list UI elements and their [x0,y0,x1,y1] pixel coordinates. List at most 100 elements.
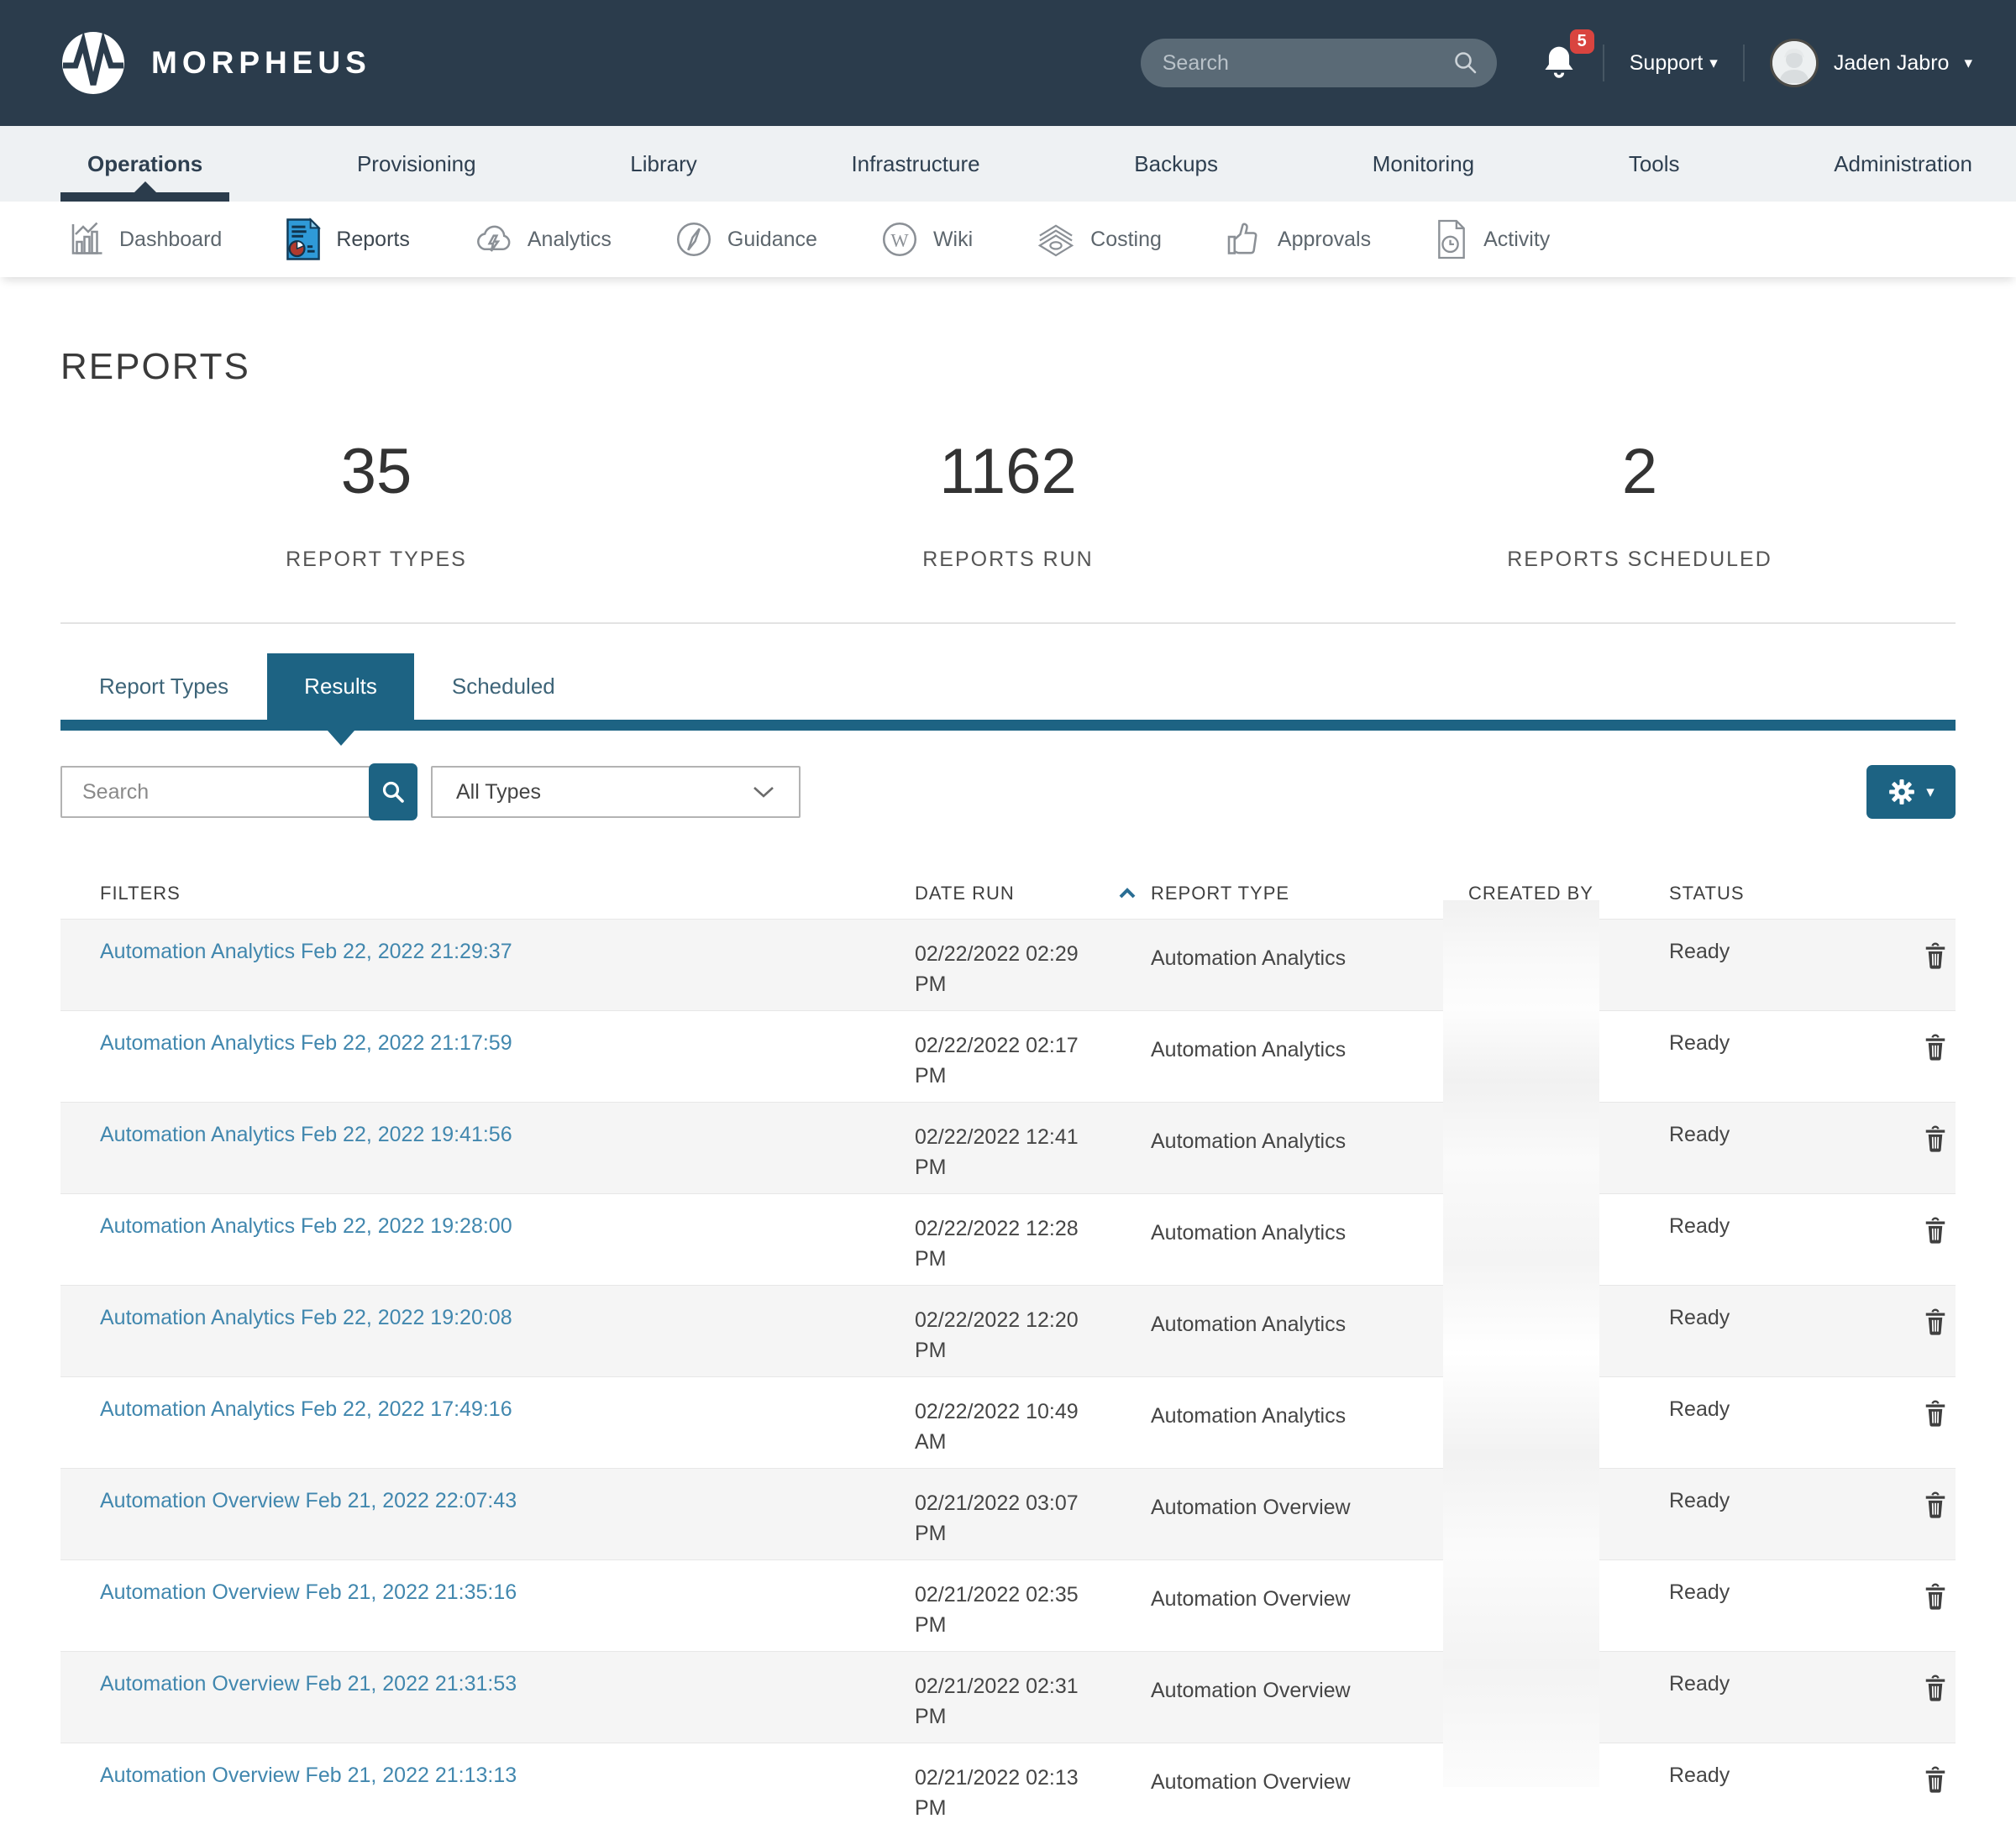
delete-report-button[interactable] [1923,1583,1948,1651]
notifications-button[interactable]: 5 [1541,43,1578,83]
report-type-cell: Automation Overview [1148,1469,1443,1559]
table-row: Automation Analytics Feb 22, 2022 19:41:… [60,1102,1956,1193]
sort-caret-icon[interactable] [1118,888,1137,899]
approvals-icon [1224,219,1264,259]
tab-results[interactable]: Results [267,653,414,720]
support-menu[interactable]: Support ▾ [1630,51,1718,76]
delete-report-button[interactable] [1923,1125,1948,1193]
nav-provisioning[interactable]: Provisioning [354,126,480,202]
subnav-item-analytics[interactable]: Analytics [472,219,612,259]
subnav-item-dashboard[interactable]: Dashboard [66,219,222,259]
created-by-cell [1443,1103,1667,1193]
caret-down-icon: ▾ [1709,54,1718,73]
created-by-cell [1443,1469,1667,1559]
report-type-cell: Automation Overview [1148,1743,1443,1824]
global-search-input[interactable] [1163,51,1453,76]
type-filter-select[interactable]: All Types [431,766,801,818]
column-header-status[interactable]: STATUS [1667,883,1890,904]
actions-cell [1890,1469,1956,1559]
caret-down-icon: ▾ [1964,54,1972,73]
guidance-icon [674,219,714,259]
report-type-cell: Automation Analytics [1148,1011,1443,1102]
tab-scheduled[interactable]: Scheduled [452,653,555,720]
table-row: Automation Analytics Feb 22, 2022 21:17:… [60,1010,1956,1102]
actions-cell [1890,1103,1956,1193]
results-search-input[interactable] [60,766,371,818]
actions-cell [1890,1011,1956,1102]
wiki-icon: W [879,219,920,259]
created-by-cell [1443,1560,1667,1651]
activity-icon [1433,218,1470,260]
nav-library[interactable]: Library [627,126,700,202]
created-by-cell [1443,1194,1667,1285]
filter-cell: Automation Analytics Feb 22, 2022 21:29:… [60,920,913,1010]
search-submit-button[interactable] [369,763,417,820]
date-run-cell: 02/22/2022 10:49 AM [913,1377,1148,1468]
report-result-link[interactable]: Automation Analytics Feb 22, 2022 19:28:… [100,1214,512,1238]
nav-tools[interactable]: Tools [1625,126,1683,202]
stat-label: REPORT TYPES [60,548,692,572]
nav-administration[interactable]: Administration [1830,126,1976,202]
delete-report-button[interactable] [1923,1491,1948,1559]
date-run-cell: 02/21/2022 02:31 PM [913,1652,1148,1743]
report-type-cell: Automation Analytics [1148,1286,1443,1376]
stat-label: REPORTS RUN [692,548,1324,572]
status-cell: Ready [1667,1011,1890,1102]
status-cell: Ready [1667,1743,1890,1824]
delete-report-button[interactable] [1923,1400,1948,1468]
filter-cell: Automation Overview Feb 21, 2022 22:07:4… [60,1469,913,1559]
report-result-link[interactable]: Automation Analytics Feb 22, 2022 21:17:… [100,1031,512,1055]
subnav-item-wiki[interactable]: W Wiki [879,219,973,259]
report-type-cell: Automation Overview [1148,1652,1443,1743]
nav-infrastructure[interactable]: Infrastructure [848,126,983,202]
report-result-link[interactable]: Automation Overview Feb 21, 2022 21:35:1… [100,1580,517,1604]
created-by-cell [1443,1377,1667,1468]
actions-cell [1890,1286,1956,1376]
nav-monitoring[interactable]: Monitoring [1369,126,1478,202]
report-result-link[interactable]: Automation Analytics Feb 22, 2022 21:29:… [100,940,512,963]
column-header-created-by[interactable]: CREATED BY [1443,883,1667,904]
subnav-item-guidance[interactable]: Guidance [674,219,817,259]
delete-report-button[interactable] [1923,942,1948,1010]
delete-report-button[interactable] [1923,1766,1948,1824]
delete-report-button[interactable] [1923,1034,1948,1102]
table-settings-button[interactable]: ▾ [1866,765,1956,819]
column-header-date-run[interactable]: DATE RUN [913,883,1148,904]
subnav-item-costing[interactable]: Costing [1035,219,1162,259]
nav-operations[interactable]: Operations [84,126,206,202]
search-icon [381,779,406,805]
status-cell: Ready [1667,1377,1890,1468]
caret-down-icon: ▾ [1926,783,1935,802]
report-result-link[interactable]: Automation Overview Feb 21, 2022 22:07:4… [100,1489,517,1512]
global-search[interactable] [1141,39,1497,87]
column-header-filters[interactable]: FILTERS [60,883,913,904]
subnav-item-reports[interactable]: Reports [284,218,410,261]
delete-report-button[interactable] [1923,1308,1948,1376]
status-cell: Ready [1667,1194,1890,1285]
date-run-cell: 02/21/2022 02:13 PM [913,1743,1148,1824]
tab-report-types[interactable]: Report Types [99,653,228,720]
dashboard-icon [66,219,106,259]
table-row: Automation Analytics Feb 22, 2022 19:20:… [60,1285,1956,1376]
report-result-link[interactable]: Automation Analytics Feb 22, 2022 19:41:… [100,1123,512,1146]
chevron-down-icon [752,785,775,799]
table-header: FILTERS DATE RUN REPORT TYPE CREATED BY … [60,868,1956,919]
report-result-link[interactable]: Automation Analytics Feb 22, 2022 17:49:… [100,1397,512,1421]
nav-backups[interactable]: Backups [1131,126,1221,202]
costing-icon [1035,219,1077,259]
filter-cell: Automation Overview Feb 21, 2022 21:31:5… [60,1652,913,1743]
created-by-cell [1443,1743,1667,1824]
subnav-item-activity[interactable]: Activity [1433,218,1550,260]
report-result-link[interactable]: Automation Analytics Feb 22, 2022 19:20:… [100,1306,512,1329]
delete-report-button[interactable] [1923,1675,1948,1743]
report-result-link[interactable]: Automation Overview Feb 21, 2022 21:31:5… [100,1672,517,1696]
report-result-link[interactable]: Automation Overview Feb 21, 2022 21:13:1… [100,1764,517,1787]
user-menu[interactable]: Jaden Jabro ▾ [1770,39,1972,87]
date-run-cell: 02/22/2022 12:41 PM [913,1103,1148,1193]
column-header-report-type[interactable]: REPORT TYPE [1148,883,1443,904]
top-header: MORPHEUS 5 Support ▾ [0,0,2016,126]
stat-value: 35 [60,440,692,504]
subnav-item-approvals[interactable]: Approvals [1224,219,1371,259]
created-by-cell [1443,920,1667,1010]
delete-report-button[interactable] [1923,1217,1948,1285]
